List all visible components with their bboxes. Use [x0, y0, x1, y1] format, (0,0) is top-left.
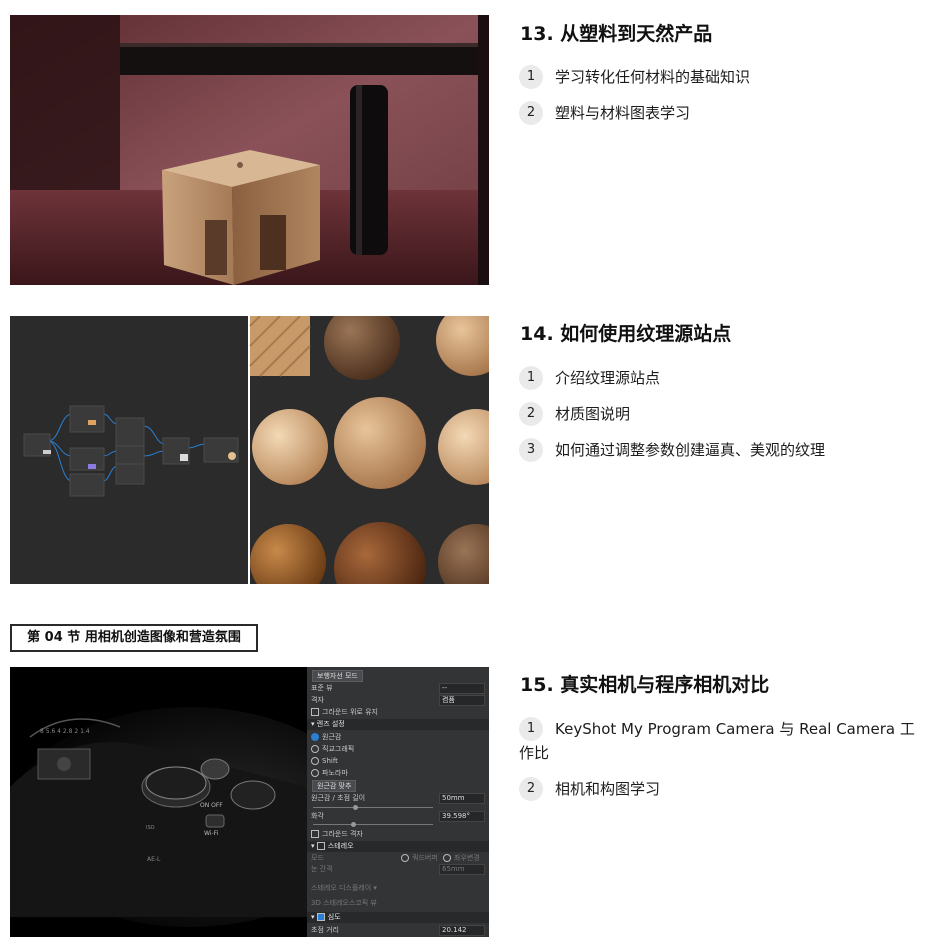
depth-of-field-header[interactable]: ▾ 심도 — [307, 912, 489, 923]
lesson-14-title: 14. 如何使用纹理源站点 — [520, 323, 732, 345]
item-text: KeyShot My Program Camera 与 Real Camera … — [519, 720, 915, 762]
lesson-15-image: ON OFF Wi-Fi 8 5.6 4 2.8 2 1.4 ISO AE-L — [10, 667, 307, 937]
checkbox-icon[interactable] — [311, 830, 319, 838]
checkbox-icon[interactable] — [316, 842, 325, 850]
ground-grid2-toggle[interactable]: 그라운드 격자 — [311, 829, 485, 839]
list-item: 1 学习转化任何材料的基础知识 — [519, 65, 927, 89]
checkbox-icon[interactable] — [311, 708, 319, 716]
stereo-mode-row: 모드 쿼드버퍼 좌우변경 — [311, 854, 480, 862]
grid-select[interactable]: 켬퓸 — [439, 695, 485, 706]
lesson-14-image — [10, 316, 489, 584]
stereo-header[interactable]: ▾ 스테레오 — [307, 841, 489, 852]
lesson-13-title: 13. 从塑料到天然产品 — [520, 23, 713, 45]
lens-option[interactable]: 직교그래픽 — [311, 744, 485, 754]
section-label: 第 04 节 用相机创造图像和营造氛围 — [10, 624, 258, 652]
item-text: 塑料与材料图表学习 — [555, 104, 691, 122]
list-item: 3 如何通过调整参数创建逼真、美观的纹理 — [519, 438, 927, 462]
svg-text:AE-L: AE-L — [147, 856, 161, 863]
lens-option[interactable]: 파노라마 — [311, 768, 485, 778]
lesson-13-list: 1 学习转化任何材料的基础知识 2 塑料与材料图表学习 — [519, 65, 927, 137]
item-text: 学习转化任何材料的基础知识 — [555, 68, 751, 86]
number-badge: 2 — [519, 101, 543, 125]
list-item: 2 材质图说明 — [519, 402, 927, 426]
number-badge: 1 — [519, 717, 543, 741]
radio-icon[interactable] — [401, 854, 409, 862]
lesson-15-list: 1 KeyShot My Program Camera 与 Real Camera… — [519, 717, 927, 813]
list-item: 2 相机和构图学习 — [519, 777, 927, 801]
slider-knob[interactable] — [353, 805, 358, 810]
svg-text:ON OFF: ON OFF — [200, 802, 223, 809]
focal-length-slider[interactable] — [313, 805, 433, 810]
item-text: 材质图说明 — [555, 405, 631, 423]
number-badge: 1 — [519, 65, 543, 89]
list-item: 1 介绍纹理源站点 — [519, 366, 927, 390]
standard-view-select[interactable]: -- — [439, 683, 485, 694]
checkbox-icon[interactable] — [316, 913, 325, 921]
keyshot-camera-panel: 보행자선 모드 표준 뷰 -- 격자 켬퓸 그라운드 위로 유지 ▾ 렌즈 설정… — [307, 667, 489, 937]
radio-icon[interactable] — [311, 757, 319, 765]
number-badge: 2 — [519, 777, 543, 801]
fov-slider[interactable] — [313, 822, 433, 827]
lesson-13-image — [10, 15, 489, 285]
radio-icon[interactable] — [311, 745, 319, 753]
fov-field[interactable]: 39.598° — [439, 811, 485, 822]
number-badge: 1 — [519, 366, 543, 390]
slider-knob[interactable] — [351, 822, 356, 827]
stereo-view-row[interactable]: 3D 스테레오스코픽 뷰 — [311, 898, 485, 908]
svg-text:Wi-Fi: Wi-Fi — [204, 830, 219, 837]
eye-distance-field[interactable]: 65mm — [439, 864, 485, 875]
focus-distance-field[interactable]: 20.142 — [439, 925, 485, 936]
lesson-14-list: 1 介绍纹理源站点 2 材质图说明 3 如何通过调整参数创建逼真、美观的纹理 — [519, 366, 927, 474]
ground-grid-toggle[interactable]: 그라운드 위로 유지 — [311, 707, 485, 717]
walk-mode-button[interactable]: 보행자선 모드 — [312, 670, 363, 682]
lens-option[interactable]: Shift — [311, 756, 485, 766]
focal-length-field[interactable]: 50mm — [439, 793, 485, 804]
perspective-match-button[interactable]: 원근감 맞추 — [312, 780, 357, 792]
radio-icon[interactable] — [311, 769, 319, 777]
list-item: 2 塑料与材料图表学习 — [519, 101, 927, 125]
radio-icon[interactable] — [443, 854, 451, 862]
item-text: 相机和构图学习 — [555, 780, 661, 798]
lens-option[interactable]: 원근감 — [311, 732, 485, 742]
svg-text:8 5.6 4 2.8 2 1.4: 8 5.6 4 2.8 2 1.4 — [40, 728, 90, 735]
lens-settings-header[interactable]: ▾ 렌즈 설정 — [307, 719, 489, 730]
stereo-display-row[interactable]: 스테레오 디스플레이 ▾ — [311, 883, 485, 893]
item-text: 如何通过调整参数创建逼真、美观的纹理 — [555, 441, 826, 459]
lesson-15-title: 15. 真实相机与程序相机对比 — [520, 674, 770, 696]
list-item: 1 KeyShot My Program Camera 与 Real Camera… — [519, 717, 927, 765]
svg-text:ISO: ISO — [146, 825, 155, 831]
radio-icon[interactable] — [311, 733, 319, 741]
number-badge: 3 — [519, 438, 543, 462]
item-text: 介绍纹理源站点 — [555, 369, 661, 387]
number-badge: 2 — [519, 402, 543, 426]
